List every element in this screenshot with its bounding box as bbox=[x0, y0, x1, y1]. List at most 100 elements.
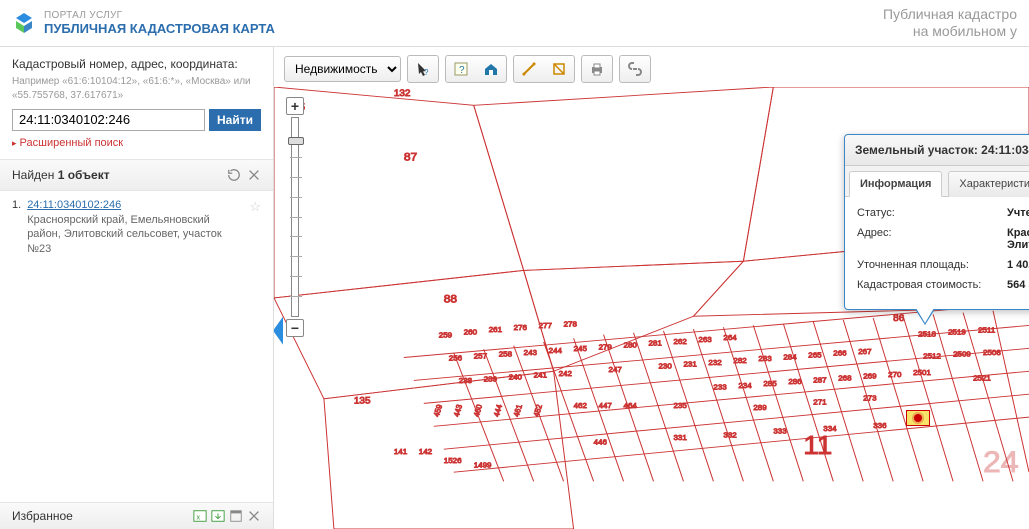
svg-text:266: 266 bbox=[833, 349, 846, 358]
import-xls-icon[interactable] bbox=[211, 509, 225, 523]
svg-text:331: 331 bbox=[673, 433, 686, 442]
zoom-control: + − bbox=[286, 97, 304, 337]
pointer-tool-icon[interactable]: ? bbox=[410, 58, 436, 80]
zoom-in-button[interactable]: + bbox=[286, 97, 304, 115]
svg-text:2511: 2511 bbox=[978, 326, 995, 335]
link-icon[interactable] bbox=[622, 58, 648, 80]
popup-tail-icon bbox=[915, 309, 935, 325]
favorite-star-icon[interactable]: ☆ bbox=[249, 199, 261, 258]
zoom-handle[interactable] bbox=[288, 137, 304, 145]
svg-text:267: 267 bbox=[858, 347, 871, 356]
svg-text:265: 265 bbox=[808, 350, 821, 359]
favorites-label: Избранное bbox=[12, 509, 73, 523]
svg-text:247: 247 bbox=[609, 365, 622, 374]
svg-text:?: ? bbox=[459, 65, 465, 76]
result-item[interactable]: 1. 24:11:0340102:246 Красноярский край, … bbox=[12, 199, 261, 258]
advanced-search-link[interactable]: Расширенный поиск bbox=[12, 137, 123, 149]
header: ПОРТАЛ УСЛУГ ПУБЛИЧНАЯ КАДАСТРОВАЯ КАРТА… bbox=[0, 0, 1029, 47]
help-icon[interactable]: ? bbox=[448, 58, 474, 80]
svg-text:2512: 2512 bbox=[923, 351, 941, 360]
svg-text:287: 287 bbox=[813, 375, 826, 384]
svg-text:271: 271 bbox=[813, 397, 826, 406]
results-count-label: Найден 1 объект bbox=[12, 168, 110, 182]
svg-text:452: 452 bbox=[532, 403, 545, 417]
svg-text:336: 336 bbox=[873, 421, 886, 430]
row-cost: Кадастровая стоимость:564 501.28 руб. bbox=[857, 279, 1029, 291]
search-button[interactable]: Найти bbox=[209, 109, 261, 131]
popup-body: Статус:Учтенный Адрес:Красноярский край,… bbox=[845, 197, 1029, 309]
svg-text:242: 242 bbox=[559, 369, 572, 378]
export-xls-icon[interactable]: x bbox=[193, 509, 207, 523]
zoom-track[interactable] bbox=[291, 117, 299, 317]
tab-characteristics[interactable]: Характеристики bbox=[948, 171, 1029, 197]
zoom-out-button[interactable]: − bbox=[286, 319, 304, 337]
popup-tabs: Информация Характеристики Кто обслуживае… bbox=[845, 166, 1029, 197]
header-left: ПОРТАЛ УСЛУГ ПУБЛИЧНАЯ КАДАСТРОВАЯ КАРТА bbox=[12, 10, 275, 36]
svg-text:87: 87 bbox=[404, 151, 417, 162]
search-hint: Например «61:6:10104:12», «61:6:*», «Мос… bbox=[12, 75, 261, 103]
svg-text:2518: 2518 bbox=[918, 329, 936, 338]
svg-text:268: 268 bbox=[838, 373, 851, 382]
clear-icon[interactable] bbox=[247, 168, 261, 182]
svg-text:464: 464 bbox=[624, 401, 638, 410]
svg-text:285: 285 bbox=[763, 379, 776, 388]
svg-text:245: 245 bbox=[574, 344, 587, 353]
home-icon[interactable] bbox=[478, 58, 504, 80]
svg-text:233: 233 bbox=[713, 383, 726, 392]
row-status: Статус:Учтенный bbox=[857, 207, 1029, 219]
map-area[interactable]: Недвижимость ? ? + bbox=[274, 47, 1029, 529]
header-right: Публичная кадастро на мобильном у bbox=[883, 6, 1017, 40]
svg-text:2521: 2521 bbox=[973, 373, 991, 382]
measure-line-icon[interactable] bbox=[516, 58, 542, 80]
svg-text:234: 234 bbox=[738, 381, 752, 390]
selected-parcel-marker[interactable] bbox=[906, 410, 930, 426]
svg-text:332: 332 bbox=[723, 430, 736, 439]
svg-text:282: 282 bbox=[733, 356, 746, 365]
expand-icon[interactable] bbox=[229, 509, 243, 523]
tab-info[interactable]: Информация bbox=[849, 171, 942, 197]
svg-text:257: 257 bbox=[474, 351, 487, 360]
print-icon[interactable] bbox=[584, 58, 610, 80]
refresh-icon[interactable] bbox=[227, 168, 241, 182]
svg-text:258: 258 bbox=[499, 349, 512, 358]
svg-text:2509: 2509 bbox=[953, 349, 971, 358]
svg-text:231: 231 bbox=[683, 360, 696, 369]
svg-text:132: 132 bbox=[394, 88, 411, 99]
svg-text:446: 446 bbox=[594, 438, 607, 447]
svg-text:263: 263 bbox=[698, 335, 711, 344]
svg-text:1526: 1526 bbox=[444, 456, 462, 465]
header-subtitle: ПОРТАЛ УСЛУГ bbox=[44, 10, 275, 21]
svg-text:276: 276 bbox=[514, 323, 527, 332]
svg-text:86: 86 bbox=[893, 313, 904, 324]
favorites-header[interactable]: Избранное x bbox=[0, 502, 273, 529]
svg-text:1499: 1499 bbox=[474, 460, 492, 469]
svg-text:280: 280 bbox=[624, 340, 637, 349]
svg-text:447: 447 bbox=[599, 401, 612, 410]
svg-text:11: 11 bbox=[803, 430, 832, 459]
svg-text:235: 235 bbox=[673, 401, 686, 410]
layer-select[interactable]: Недвижимость bbox=[284, 56, 401, 82]
svg-text:460: 460 bbox=[472, 403, 485, 417]
svg-text:444: 444 bbox=[492, 402, 505, 417]
result-link[interactable]: 24:11:0340102:246 bbox=[27, 199, 243, 211]
svg-text:142: 142 bbox=[419, 447, 432, 456]
results-header: Найден 1 объект bbox=[0, 160, 273, 191]
svg-text:141: 141 bbox=[394, 447, 407, 456]
search-input[interactable] bbox=[12, 109, 205, 131]
delete-icon[interactable] bbox=[247, 509, 261, 523]
header-promo-line2: на мобильном у bbox=[883, 23, 1017, 40]
measure-area-icon[interactable] bbox=[546, 58, 572, 80]
svg-text:262: 262 bbox=[673, 337, 686, 346]
svg-text:238: 238 bbox=[459, 376, 472, 385]
svg-text:333: 333 bbox=[773, 427, 786, 436]
svg-text:259: 259 bbox=[439, 330, 452, 339]
sidebar: Кадастровый номер, адрес, координата: На… bbox=[0, 47, 274, 529]
svg-text:278: 278 bbox=[564, 319, 577, 328]
result-list: 1. 24:11:0340102:246 Красноярский край, … bbox=[0, 191, 273, 502]
svg-text:2501: 2501 bbox=[913, 368, 931, 377]
svg-text:243: 243 bbox=[524, 348, 537, 357]
search-block: Кадастровый номер, адрес, координата: На… bbox=[0, 47, 273, 160]
header-titles: ПОРТАЛ УСЛУГ ПУБЛИЧНАЯ КАДАСТРОВАЯ КАРТА bbox=[44, 10, 275, 36]
svg-text:239: 239 bbox=[484, 374, 497, 383]
svg-text:459: 459 bbox=[432, 403, 445, 417]
